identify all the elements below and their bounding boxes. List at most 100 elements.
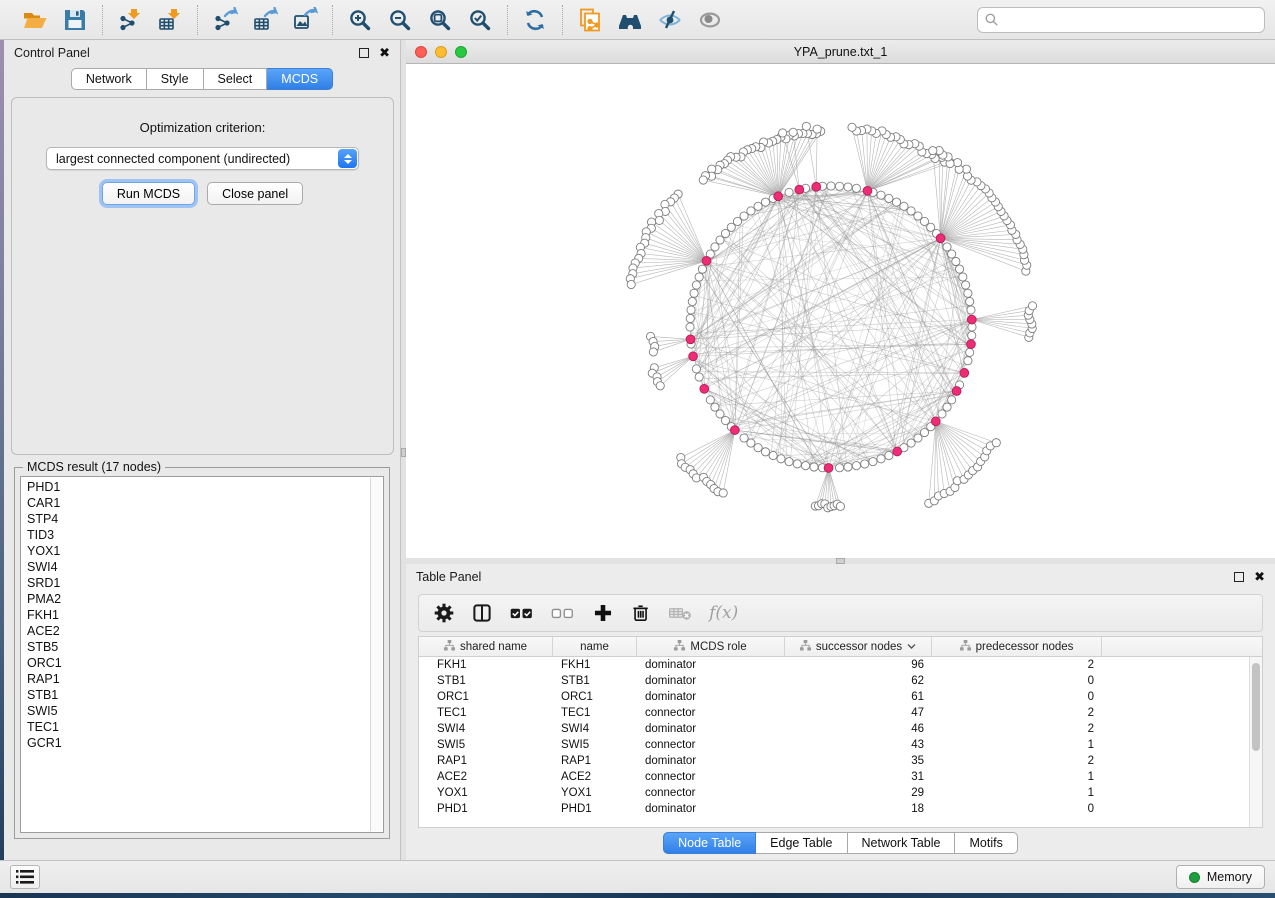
- network-node[interactable]: [836, 502, 844, 510]
- network-node[interactable]: [892, 198, 900, 206]
- network-node[interactable]: [959, 273, 967, 281]
- network-node[interactable]: [687, 306, 695, 314]
- mcds-result-item[interactable]: STP4: [27, 511, 383, 527]
- mcds-node[interactable]: [812, 182, 821, 191]
- export-image-button[interactable]: [288, 4, 322, 36]
- criterion-dropdown[interactable]: largest connected component (undirected): [46, 147, 359, 170]
- close-panel-button[interactable]: Close panel: [207, 182, 303, 205]
- network-node[interactable]: [966, 297, 974, 305]
- network-node[interactable]: [706, 396, 714, 404]
- network-node[interactable]: [962, 281, 970, 289]
- network-node[interactable]: [698, 265, 706, 273]
- tab-edge-table[interactable]: Edge Table: [756, 832, 847, 854]
- search-input[interactable]: [977, 7, 1265, 33]
- show-graphics-details-button[interactable]: [693, 4, 727, 36]
- column-header-successor-nodes[interactable]: successor nodes: [785, 637, 932, 656]
- network-node[interactable]: [802, 122, 810, 130]
- network-node[interactable]: [835, 182, 843, 190]
- float-window-icon[interactable]: [359, 48, 369, 58]
- network-node[interactable]: [785, 458, 793, 466]
- table-row[interactable]: ORC1ORC1dominator610: [419, 689, 1262, 705]
- network-node[interactable]: [948, 396, 956, 404]
- network-node[interactable]: [852, 462, 860, 470]
- mcds-node[interactable]: [936, 234, 945, 243]
- network-node[interactable]: [686, 323, 694, 331]
- network-node[interactable]: [810, 463, 818, 471]
- mcds-node[interactable]: [686, 335, 695, 344]
- show-columns-button[interactable]: [471, 598, 493, 628]
- close-panel-icon[interactable]: ✖: [1254, 572, 1265, 582]
- tab-motifs[interactable]: Motifs: [955, 832, 1017, 854]
- network-node[interactable]: [877, 455, 885, 463]
- import-table-button[interactable]: [153, 4, 187, 36]
- tab-network[interactable]: Network: [71, 68, 147, 90]
- tab-mcds[interactable]: MCDS: [267, 68, 333, 90]
- table-scrollbar-thumb[interactable]: [1252, 663, 1260, 751]
- save-button[interactable]: [58, 4, 92, 36]
- tab-node-table[interactable]: Node Table: [663, 832, 756, 854]
- mcds-result-item[interactable]: FKH1: [27, 607, 383, 623]
- mcds-result-item[interactable]: PMA2: [27, 591, 383, 607]
- run-mcds-button[interactable]: Run MCDS: [102, 182, 195, 205]
- zoom-fit-button[interactable]: [423, 4, 457, 36]
- float-window-icon[interactable]: [1234, 572, 1244, 582]
- table-row[interactable]: YOX1YOX1connector291: [419, 785, 1262, 801]
- network-node[interactable]: [761, 448, 769, 456]
- network-node[interactable]: [627, 280, 635, 288]
- network-node[interactable]: [877, 191, 885, 199]
- table-row[interactable]: SWI5SWI5connector431: [419, 737, 1262, 753]
- network-node[interactable]: [793, 460, 801, 468]
- network-node[interactable]: [968, 331, 976, 339]
- network-node[interactable]: [964, 357, 972, 365]
- close-panel-icon[interactable]: ✖: [379, 48, 390, 58]
- mcds-result-item[interactable]: ACE2: [27, 623, 383, 639]
- network-node[interactable]: [861, 460, 869, 468]
- mcds-node[interactable]: [967, 315, 976, 324]
- network-node[interactable]: [869, 458, 877, 466]
- mcds-result-item[interactable]: PHD1: [27, 479, 383, 495]
- network-node[interactable]: [967, 306, 975, 314]
- mcds-node[interactable]: [702, 256, 711, 265]
- mcds-result-item[interactable]: SWI5: [27, 703, 383, 719]
- network-node[interactable]: [789, 128, 797, 136]
- result-list-scrollbar[interactable]: [370, 478, 382, 831]
- network-node[interactable]: [992, 439, 1000, 447]
- network-node[interactable]: [695, 273, 703, 281]
- network-node[interactable]: [827, 182, 835, 190]
- network-node[interactable]: [655, 216, 663, 224]
- network-node[interactable]: [754, 202, 762, 210]
- network-node[interactable]: [1028, 302, 1036, 310]
- network-node[interactable]: [943, 403, 951, 411]
- table-row[interactable]: SWI4SWI4dominator462: [419, 721, 1262, 737]
- table-row[interactable]: STB1STB1dominator620: [419, 673, 1262, 689]
- network-node[interactable]: [848, 123, 856, 131]
- network-node[interactable]: [747, 439, 755, 447]
- open-folder-button[interactable]: [18, 4, 52, 36]
- select-all-button[interactable]: [509, 598, 534, 628]
- mcds-result-item[interactable]: TID3: [27, 527, 383, 543]
- export-table-button[interactable]: [248, 4, 282, 36]
- mcds-result-item[interactable]: STB5: [27, 639, 383, 655]
- mcds-result-item[interactable]: STB1: [27, 687, 383, 703]
- find-button[interactable]: [613, 4, 647, 36]
- settings-gear-button[interactable]: [433, 598, 455, 628]
- network-node[interactable]: [801, 462, 809, 470]
- network-node[interactable]: [948, 250, 956, 258]
- table-row[interactable]: ACE2ACE2connector311: [419, 769, 1262, 785]
- mcds-result-item[interactable]: GCR1: [27, 735, 383, 751]
- mcds-node[interactable]: [893, 447, 902, 456]
- network-node[interactable]: [690, 289, 698, 297]
- refresh-button[interactable]: [518, 4, 552, 36]
- network-node[interactable]: [966, 348, 974, 356]
- zoom-out-button[interactable]: [383, 4, 417, 36]
- mcds-node[interactable]: [689, 352, 698, 361]
- mcds-result-item[interactable]: TEC1: [27, 719, 383, 735]
- column-header-predecessor-nodes[interactable]: predecessor nodes: [932, 637, 1102, 656]
- add-row-button[interactable]: [592, 598, 614, 628]
- network-node[interactable]: [692, 281, 700, 289]
- mcds-result-item[interactable]: SRD1: [27, 575, 383, 591]
- network-node[interactable]: [964, 289, 972, 297]
- network-node[interactable]: [754, 444, 762, 452]
- network-node[interactable]: [943, 243, 951, 251]
- network-node[interactable]: [955, 265, 963, 273]
